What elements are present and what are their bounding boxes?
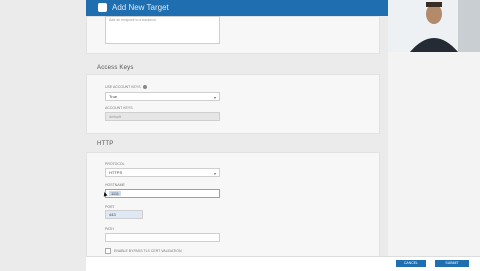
use-account-keys-select[interactable]: True ▾ <box>105 92 220 101</box>
page-title: Add New Target <box>112 3 169 12</box>
protocol-select[interactable]: HTTPS ▾ <box>105 168 220 177</box>
description-card: Add an endpoint to a backend <box>86 16 380 54</box>
hostname-label: HOSTNAME <box>105 183 125 187</box>
http-card: PROTOCOL HTTPS ▾ HOSTNAME 1111 PORT 443 … <box>86 152 380 258</box>
path-label: PATH <box>105 227 114 231</box>
port-value: 443 <box>109 212 116 217</box>
hostname-value: 1111 <box>109 191 122 196</box>
protocol-value: HTTPS <box>109 170 123 175</box>
protocol-label: PROTOCOL <box>105 162 125 166</box>
access-keys-heading: Access Keys <box>97 65 134 71</box>
right-gutter <box>388 52 480 270</box>
http-heading: HTTP <box>97 141 114 147</box>
presenter-image <box>388 0 480 52</box>
access-keys-card: USE ACCOUNT KEYS True ▾ ACCOUNT KEYS def… <box>86 74 380 134</box>
use-account-keys-value: True <box>109 94 118 99</box>
description-value: Add an endpoint to a backend <box>109 18 156 22</box>
app-header: Add New Target <box>86 0 388 16</box>
chevron-down-icon: ▾ <box>213 171 216 176</box>
use-account-keys-label: USE ACCOUNT KEYS <box>105 85 147 90</box>
webcam-overlay <box>388 0 480 52</box>
description-textarea[interactable]: Add an endpoint to a backend <box>105 16 220 44</box>
path-input[interactable] <box>105 233 220 242</box>
account-keys-field: default <box>105 112 220 121</box>
account-keys-label: ACCOUNT KEYS <box>105 106 133 110</box>
info-icon[interactable] <box>142 85 147 90</box>
submit-button[interactable]: SUBMIT <box>435 260 469 267</box>
account-keys-value: default <box>109 114 122 119</box>
port-input[interactable]: 443 <box>105 210 143 219</box>
cancel-button[interactable]: CANCEL <box>396 260 426 267</box>
app-logo-icon <box>98 3 107 12</box>
port-label: PORT <box>105 205 115 209</box>
chevron-down-icon: ▾ <box>213 95 216 100</box>
form-footer: CANCEL SUBMIT <box>86 256 480 271</box>
bypass-tls-checkbox[interactable] <box>105 248 111 254</box>
bypass-tls-label: ENABLE BYPASS TLS CERT VALIDATION <box>114 249 182 253</box>
hostname-input[interactable]: 1111 <box>105 189 220 198</box>
